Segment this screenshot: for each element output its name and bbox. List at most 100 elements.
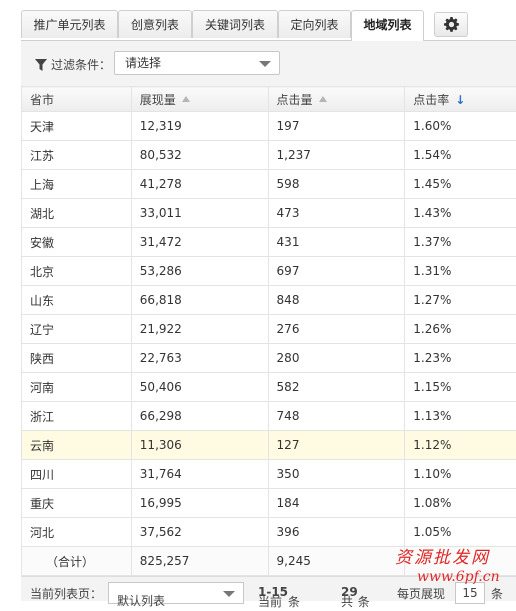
column-header-label: 点击量 xyxy=(277,93,313,107)
table-total-row: （合计）825,2579,245 xyxy=(22,547,516,576)
cell-ctr: 1.10% xyxy=(405,460,516,489)
range-prefix: 当前 xyxy=(258,593,282,610)
chevron-down-icon xyxy=(223,591,235,597)
cell-impressions: 33,011 xyxy=(131,199,268,228)
view-select[interactable]: 默认列表 xyxy=(108,582,244,604)
column-header-label: 点击率 xyxy=(413,93,449,107)
cell-impressions: 31,472 xyxy=(131,228,268,257)
table-row[interactable]: 四川31,7643501.10% xyxy=(22,460,516,489)
sort-up-icon xyxy=(182,96,190,102)
tab-unit-list[interactable]: 推广单元列表 xyxy=(21,10,118,38)
tab-region-list[interactable]: 地域列表 xyxy=(351,10,424,41)
cell-clicks: 127 xyxy=(268,431,405,460)
cell-clicks: 280 xyxy=(268,344,405,373)
cell-region: 安徽 xyxy=(22,228,132,257)
filter-select[interactable]: 请选择 xyxy=(114,51,280,75)
table-row[interactable]: 江苏80,5321,2371.54% xyxy=(22,141,516,170)
chevron-down-icon xyxy=(259,61,271,67)
arrow-down-icon: ↓ xyxy=(455,93,465,107)
cell-region: 辽宁 xyxy=(22,315,132,344)
table-row[interactable]: 北京53,2866971.31% xyxy=(22,257,516,286)
tab-keyword-list[interactable]: 关键词列表 xyxy=(192,10,278,38)
cell-region: 河南 xyxy=(22,373,132,402)
region-table: 省市 展现量 点击量 点击率↓ 天津12,3191971.60%江苏80,532… xyxy=(21,86,516,576)
cell-region: 重庆 xyxy=(22,489,132,518)
cell-region: 江苏 xyxy=(22,141,132,170)
cell-clicks: 848 xyxy=(268,286,405,315)
table-row[interactable]: 陕西22,7632801.23% xyxy=(22,344,516,373)
table-row[interactable]: 重庆16,9951841.08% xyxy=(22,489,516,518)
cell-ctr: 1.27% xyxy=(405,286,516,315)
cell-region: 上海 xyxy=(22,170,132,199)
total-info: 共 29 条 xyxy=(341,585,358,599)
table-row[interactable]: 上海41,2785981.45% xyxy=(22,170,516,199)
cell-clicks: 473 xyxy=(268,199,405,228)
cell-impressions: 31,764 xyxy=(131,460,268,489)
column-header-impressions[interactable]: 展现量 xyxy=(131,87,268,112)
cell-impressions: 41,278 xyxy=(131,170,268,199)
column-header-region[interactable]: 省市 xyxy=(22,87,132,112)
table-row[interactable]: 河南50,4065821.15% xyxy=(22,373,516,402)
cell-clicks: 697 xyxy=(268,257,405,286)
filter-select-value: 请选择 xyxy=(125,56,161,70)
table-row[interactable]: 云南11,3061271.12% xyxy=(22,431,516,460)
cell-clicks: 748 xyxy=(268,402,405,431)
cell-region: 陕西 xyxy=(22,344,132,373)
settings-button[interactable] xyxy=(434,12,468,37)
cell-region: 天津 xyxy=(22,112,132,141)
range-info: 当前 1-15 条 xyxy=(258,585,288,599)
cell-ctr: 1.43% xyxy=(405,199,516,228)
gear-icon xyxy=(444,17,459,32)
cell-ctr: 1.31% xyxy=(405,257,516,286)
total-impressions: 825,257 xyxy=(131,547,268,576)
cell-impressions: 66,818 xyxy=(131,286,268,315)
cell-ctr: 1.60% xyxy=(405,112,516,141)
total-suffix: 条 xyxy=(358,593,370,610)
range-suffix: 条 xyxy=(288,593,300,610)
cell-clicks: 396 xyxy=(268,518,405,547)
column-header-label: 展现量 xyxy=(140,93,176,107)
cell-region: 河北 xyxy=(22,518,132,547)
table-row[interactable]: 辽宁21,9222761.26% xyxy=(22,315,516,344)
table-row[interactable]: 湖北33,0114731.43% xyxy=(22,199,516,228)
cell-clicks: 1,237 xyxy=(268,141,405,170)
table-row[interactable]: 河北37,5623961.05% xyxy=(22,518,516,547)
cell-impressions: 21,922 xyxy=(131,315,268,344)
total-ctr xyxy=(405,547,516,576)
tab-targeting-list[interactable]: 定向列表 xyxy=(278,10,351,38)
view-label: 当前列表页： xyxy=(30,585,102,602)
cell-ctr: 1.05% xyxy=(405,518,516,547)
cell-region: 湖北 xyxy=(22,199,132,228)
cell-impressions: 53,286 xyxy=(131,257,268,286)
cell-clicks: 431 xyxy=(268,228,405,257)
cell-ctr: 1.45% xyxy=(405,170,516,199)
cell-impressions: 66,298 xyxy=(131,402,268,431)
filter-label: 过滤条件： xyxy=(51,56,111,73)
cell-ctr: 1.54% xyxy=(405,141,516,170)
tab-creative-list[interactable]: 创意列表 xyxy=(118,10,192,38)
table-row[interactable]: 浙江66,2987481.13% xyxy=(22,402,516,431)
cell-impressions: 22,763 xyxy=(131,344,268,373)
cell-ctr: 1.37% xyxy=(405,228,516,257)
perpage-select[interactable]: 15 xyxy=(455,582,485,604)
cell-ctr: 1.08% xyxy=(405,489,516,518)
cell-impressions: 12,319 xyxy=(131,112,268,141)
cell-ctr: 1.15% xyxy=(405,373,516,402)
column-header-ctr[interactable]: 点击率 ↓ xyxy=(405,87,516,112)
total-prefix: 共 xyxy=(341,593,353,610)
cell-region: 云南 xyxy=(22,431,132,460)
table-row[interactable]: 安徽31,4724311.37% xyxy=(22,228,516,257)
table-header-row: 省市 展现量 点击量 点击率 ↓ xyxy=(22,87,516,112)
total-label: （合计） xyxy=(22,547,132,576)
table-row[interactable]: 山东66,8188481.27% xyxy=(22,286,516,315)
sort-up-icon xyxy=(319,96,327,102)
column-header-clicks[interactable]: 点击量 xyxy=(268,87,405,112)
cell-clicks: 197 xyxy=(268,112,405,141)
view-select-value: 默认列表 xyxy=(117,591,165,611)
perpage-suffix: 条 xyxy=(491,585,503,602)
cell-impressions: 16,995 xyxy=(131,489,268,518)
cell-ctr: 1.12% xyxy=(405,431,516,460)
table-row[interactable]: 天津12,3191971.60% xyxy=(22,112,516,141)
cell-impressions: 80,532 xyxy=(131,141,268,170)
cell-region: 四川 xyxy=(22,460,132,489)
